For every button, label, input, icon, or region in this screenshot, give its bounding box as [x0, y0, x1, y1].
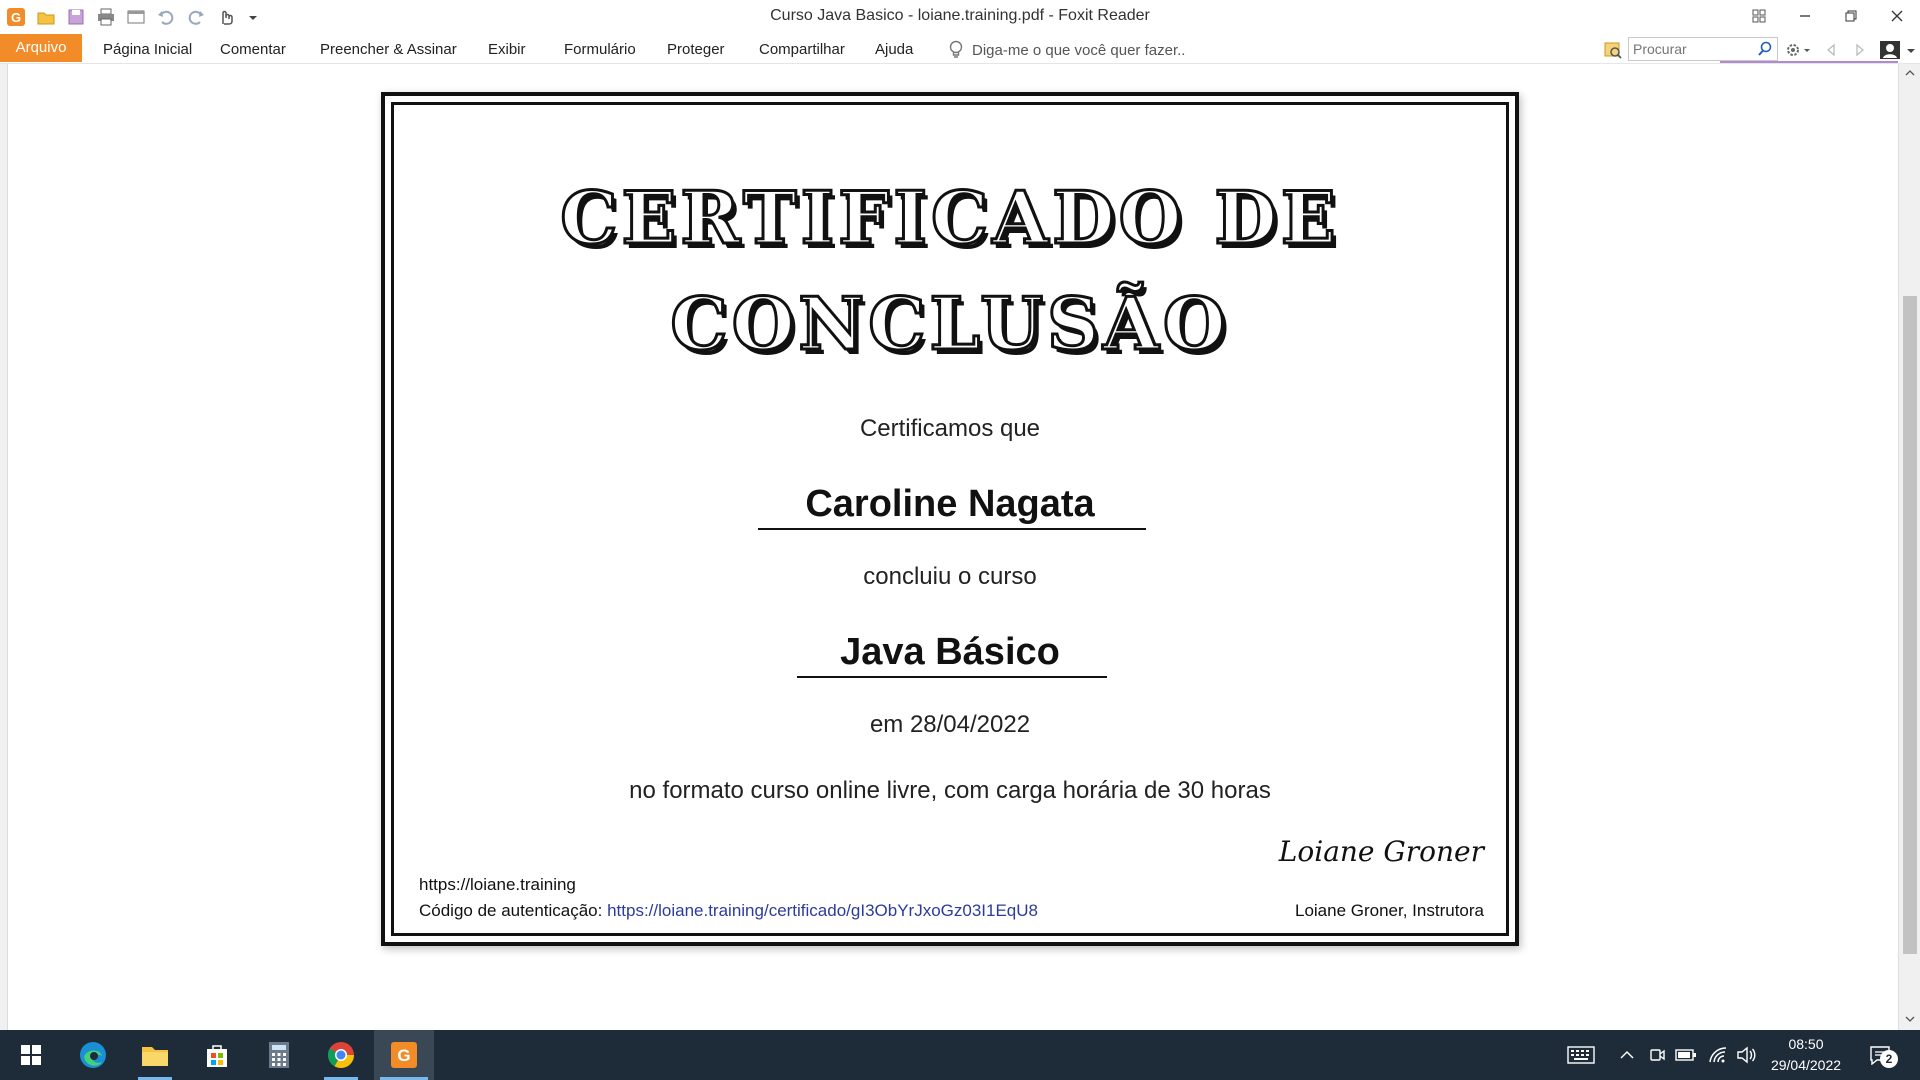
left-gutter [0, 64, 8, 1030]
menu-comment[interactable]: Comentar [218, 38, 288, 62]
scroll-down-icon[interactable] [1899, 1010, 1920, 1028]
signature: Loiane Groner [1278, 835, 1484, 868]
start-icon[interactable] [4, 1030, 58, 1080]
clock-date: 29/04/2022 [1770, 1057, 1842, 1073]
date-text: em 28/04/2022 [869, 711, 1031, 738]
menu-help[interactable]: Ajuda [873, 38, 915, 62]
scrollbar-thumb[interactable] [1903, 296, 1917, 954]
restore-button[interactable] [1828, 0, 1874, 32]
search-icon[interactable] [1757, 41, 1773, 57]
completed-text: concluiu o curso [863, 563, 1037, 590]
lightbulb-icon [949, 40, 963, 58]
menu-view[interactable]: Exibir [486, 38, 528, 62]
student-name: Caroline Nagata [805, 483, 1095, 525]
tab-indicator [1720, 61, 1898, 63]
wifi-icon[interactable] [1706, 1030, 1730, 1080]
taskbar: G 08:50 29/04/2022 2 [0, 1030, 1920, 1080]
website-text: https://loiane.training [419, 875, 576, 894]
close-button[interactable] [1874, 0, 1920, 32]
calculator-icon[interactable] [252, 1030, 306, 1080]
system-clock[interactable]: 08:50 29/04/2022 [1764, 1034, 1848, 1076]
tell-me-text: Diga-me o que você quer fazer.. [972, 41, 1186, 59]
menu-bar: Arquivo Página Inicial Comentar Preenche… [0, 34, 1920, 64]
certificate-page: CERTIFICADO DE CONCLUSÃO Certificamos qu… [381, 92, 1519, 946]
vertical-scrollbar[interactable] [1898, 64, 1920, 1030]
menu-protect[interactable]: Proteger [665, 38, 727, 62]
tell-me-box[interactable]: Diga-me o que você quer fazer.. [948, 38, 1185, 62]
clock-time: 08:50 [1788, 1036, 1824, 1052]
minimize-button[interactable] [1782, 0, 1828, 32]
edge-icon[interactable] [66, 1030, 120, 1080]
signer-name: Loiane Groner, Instrutora [1294, 901, 1484, 920]
svg-text:G: G [397, 1046, 410, 1065]
next-icon[interactable] [1849, 39, 1871, 61]
menu-share[interactable]: Compartilhar [757, 38, 847, 62]
ribbon-display-icon[interactable] [1736, 0, 1782, 32]
chrome-icon[interactable] [314, 1030, 368, 1080]
search-input[interactable] [1629, 38, 1747, 60]
certificate-border: CERTIFICADO DE CONCLUSÃO Certificamos qu… [391, 102, 1509, 936]
auth-link[interactable]: https://loiane.training/certificado/gI3O… [607, 901, 1038, 920]
auth-code-row: Código de autenticação: https://loiane.t… [419, 901, 1038, 921]
battery-icon[interactable] [1674, 1030, 1698, 1080]
auth-label: Código de autenticação: [419, 901, 603, 920]
previous-icon[interactable] [1820, 39, 1842, 61]
student-name-underline [758, 528, 1146, 530]
find-icon[interactable] [1602, 39, 1624, 61]
format-text: no formato curso online livre, com carga… [629, 777, 1271, 804]
chevron-up-icon[interactable] [1616, 1030, 1638, 1080]
menu-home[interactable]: Página Inicial [101, 38, 194, 62]
store-icon[interactable] [190, 1030, 244, 1080]
menu-form[interactable]: Formulário [562, 38, 638, 62]
account-icon[interactable] [1876, 39, 1918, 61]
search-box[interactable] [1628, 37, 1778, 61]
foxit-reader-icon[interactable]: G [374, 1030, 434, 1080]
volume-icon[interactable] [1734, 1030, 1758, 1080]
file-explorer-icon[interactable] [128, 1030, 182, 1080]
course-name: Java Básico [840, 631, 1060, 673]
menu-fill-sign[interactable]: Preencher & Assinar [318, 38, 459, 62]
keyboard-icon[interactable] [1566, 1030, 1596, 1080]
certificate-title-line1: CERTIFICADO DE [559, 174, 1340, 262]
notification-count-badge: 2 [1880, 1050, 1898, 1068]
course-name-underline [797, 676, 1107, 678]
menu-file[interactable]: Arquivo [0, 34, 82, 62]
scroll-up-icon[interactable] [1899, 64, 1920, 82]
settings-gear-icon[interactable] [1783, 39, 1813, 61]
title-bar: G Curso Java Basico - loiane.training.pd… [0, 0, 1920, 34]
certify-text: Certificamos que [859, 415, 1041, 442]
window-title: Curso Java Basico - loiane.training.pdf … [770, 7, 1150, 24]
meet-now-icon[interactable] [1646, 1030, 1668, 1080]
certificate-title-line2: CONCLUSÃO [669, 280, 1230, 368]
